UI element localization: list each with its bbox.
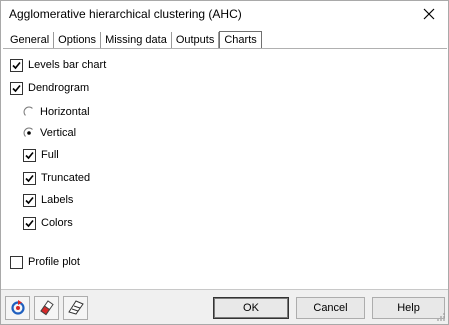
- resize-grip-icon[interactable]: [436, 312, 446, 322]
- help-button[interactable]: Help: [372, 297, 445, 319]
- vertical-radio[interactable]: [23, 127, 35, 139]
- tab-outputs[interactable]: Outputs: [171, 32, 220, 49]
- ok-button[interactable]: OK: [213, 297, 289, 319]
- levels-bar-chart-label: Levels bar chart: [28, 59, 107, 71]
- full-checkbox[interactable]: [23, 148, 36, 162]
- tab-missing-data[interactable]: Missing data: [101, 32, 172, 49]
- labels-checkbox[interactable]: [23, 193, 36, 207]
- profile-plot-option[interactable]: Profile plot: [10, 254, 80, 270]
- close-icon[interactable]: [416, 3, 442, 25]
- colors-option[interactable]: Colors: [23, 215, 73, 231]
- labels-option[interactable]: Labels: [23, 192, 73, 208]
- vertical-option[interactable]: Vertical: [23, 125, 76, 141]
- output-selection-button[interactable]: [63, 296, 88, 320]
- full-option[interactable]: Full: [23, 147, 59, 163]
- clear-button[interactable]: [34, 296, 59, 320]
- reset-icon: [9, 298, 27, 319]
- cancel-button[interactable]: Cancel: [296, 297, 365, 319]
- tab-general[interactable]: General: [6, 32, 55, 49]
- button-bar: OK Cancel Help: [1, 289, 448, 324]
- levels-bar-chart-option[interactable]: Levels bar chart: [10, 57, 106, 73]
- vertical-label: Vertical: [40, 127, 77, 139]
- dendrogram-label: Dendrogram: [28, 82, 90, 94]
- truncated-checkbox[interactable]: [23, 171, 36, 185]
- ahc-dialog: Agglomerative hierarchical clustering (A…: [0, 0, 449, 325]
- horizontal-option[interactable]: Horizontal: [23, 104, 90, 120]
- levels-bar-chart-checkbox[interactable]: [10, 58, 23, 72]
- output-selection-icon: [67, 298, 85, 319]
- horizontal-label: Horizontal: [40, 106, 90, 118]
- reset-button[interactable]: [5, 296, 30, 320]
- profile-plot-label: Profile plot: [28, 256, 80, 268]
- dendrogram-option[interactable]: Dendrogram: [10, 80, 89, 96]
- truncated-label: Truncated: [41, 172, 91, 184]
- truncated-option[interactable]: Truncated: [23, 170, 90, 186]
- colors-checkbox[interactable]: [23, 216, 36, 230]
- colors-label: Colors: [41, 217, 73, 229]
- window-title: Agglomerative hierarchical clustering (A…: [9, 7, 242, 21]
- title-bar: Agglomerative hierarchical clustering (A…: [1, 1, 448, 28]
- profile-plot-checkbox[interactable]: [10, 255, 23, 269]
- tab-strip: General Options Missing data Outputs Cha…: [6, 31, 262, 49]
- tab-charts[interactable]: Charts: [219, 31, 262, 48]
- horizontal-radio[interactable]: [23, 106, 35, 118]
- full-label: Full: [41, 149, 59, 161]
- labels-label: Labels: [41, 194, 74, 206]
- dendrogram-checkbox[interactable]: [10, 81, 23, 95]
- tab-options[interactable]: Options: [54, 32, 102, 49]
- eraser-icon: [38, 298, 56, 319]
